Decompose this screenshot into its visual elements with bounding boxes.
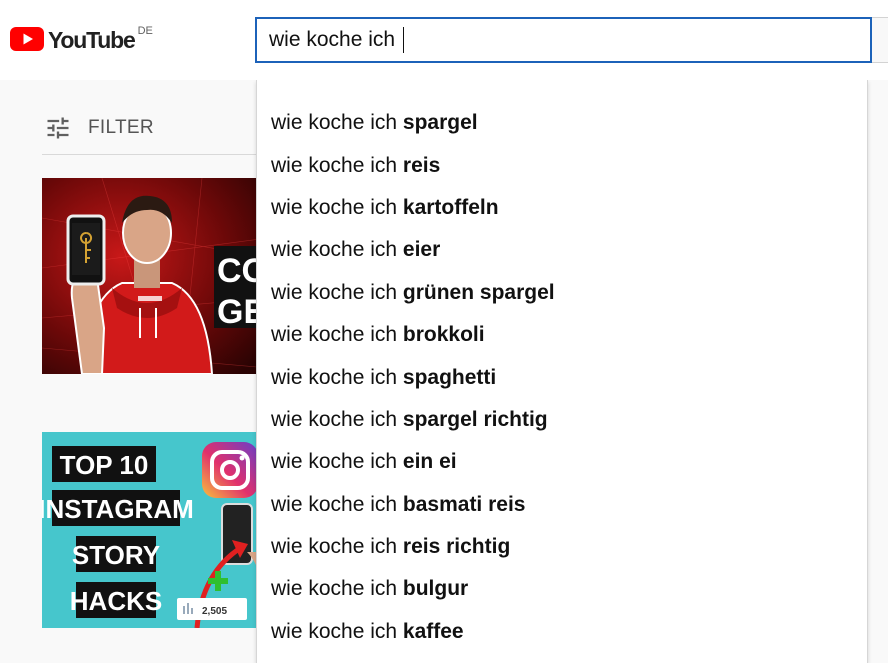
search-input[interactable]: wie koche ich [255,17,872,63]
thumbnail-badge-count: 2,505 [202,606,227,617]
suggestion-completion: bulgur [402,577,469,601]
suggestion-completion: grünen spargel [402,280,555,304]
suggestion-item[interactable]: wie koche ich spargel [257,102,867,144]
suggestion-completion: eier [402,238,441,262]
instagram-icon [202,442,258,498]
suggestion-prefix: wie koche ich [271,535,403,559]
suggestion-item[interactable]: wie koche ich grünen spargel [257,272,867,314]
right-edge [868,80,888,663]
suggestion-prefix: wie koche ich [271,407,403,431]
suggestion-completion: kartoffeln [402,195,499,219]
suggestion-item[interactable]: wie koche ich kartoffeln [257,187,867,229]
suggestion-prefix: wie koche ich [271,111,403,135]
suggestion-completion: reis [402,153,441,177]
thumbnail-text-line: TOP 10 [60,450,149,480]
thumbnail-image: CO GE [42,178,268,374]
suggestion-item[interactable]: wie koche ich basmati reis [257,484,867,526]
text-caret [402,27,404,53]
logo-text: YouTube [48,27,136,53]
suggestion-item[interactable]: wie koche ich spargel richtig [257,399,867,441]
suggestion-prefix: wie koche ich [271,577,403,601]
suggestion-item[interactable]: wie koche ich bulgur [257,568,867,610]
suggestion-prefix: wie koche ich [271,450,403,474]
suggestion-item[interactable]: wie koche ich spaghetti [257,356,867,398]
thumbnail-text-line: HACKS [70,586,162,616]
suggestion-item[interactable]: wie koche ich ein ei [257,441,867,483]
filter-divider [42,154,272,155]
suggestion-completion: reis richtig [402,535,511,559]
suggestion-completion: spargel [402,111,478,135]
suggestion-prefix: wie koche ich [271,492,403,516]
youtube-logo[interactable]: YouTube DE [10,24,153,56]
suggestion-prefix: wie koche ich [271,238,403,262]
suggestion-completion: spargel richtig [402,407,548,431]
logo-region: DE [137,25,153,37]
suggestion-prefix: wie koche ich [271,323,403,347]
suggestion-completion: basmati reis [402,492,526,516]
tune-icon [47,117,69,139]
search-button[interactable] [872,17,888,63]
suggestion-item[interactable]: wie koche ich brokkoli [257,314,867,356]
filter-label: FILTER [88,117,154,138]
suggestion-prefix: wie koche ich [271,153,403,177]
suggestion-prefix: wie koche ich [271,619,403,643]
search-suggestions-dropdown: wie koche ich spargel wie koche ich reis w… [256,80,868,663]
suggestion-item[interactable]: wie koche ich eier [257,229,867,271]
suggestion-item[interactable]: wie koche ich kaffee [257,611,867,653]
thumbnail-text-line: INSTAGRAM [42,494,194,524]
suggestion-item[interactable]: wie koche ich reis [257,144,867,186]
search-input-value: wie koche ich [269,28,401,51]
suggestion-completion: spaghetti [402,365,497,389]
top-header: YouTube DE wie koche ich [0,0,888,80]
suggestion-prefix: wie koche ich [271,195,403,219]
video-thumbnail[interactable]: CO GE [42,178,268,374]
suggestion-prefix: wie koche ich [271,365,403,389]
suggestion-completion: kaffee [402,619,464,643]
suggestion-item[interactable]: wie koche ich reis richtig [257,526,867,568]
suggestion-prefix: wie koche ich [271,280,403,304]
filter-button[interactable]: FILTER [44,114,154,142]
page: FILTER CO GE TOP 10 INSTAGRAM STORY HACK… [0,0,888,663]
suggestion-completion: brokkoli [402,323,485,347]
thumbnail-text-line: STORY [72,540,160,570]
thumbnail-image: TOP 10 INSTAGRAM STORY HACKS 2,505 [42,432,268,628]
video-thumbnail[interactable]: TOP 10 INSTAGRAM STORY HACKS 2,505 [42,432,268,628]
youtube-play-icon [10,27,44,51]
suggestion-completion: ein ei [402,450,457,474]
